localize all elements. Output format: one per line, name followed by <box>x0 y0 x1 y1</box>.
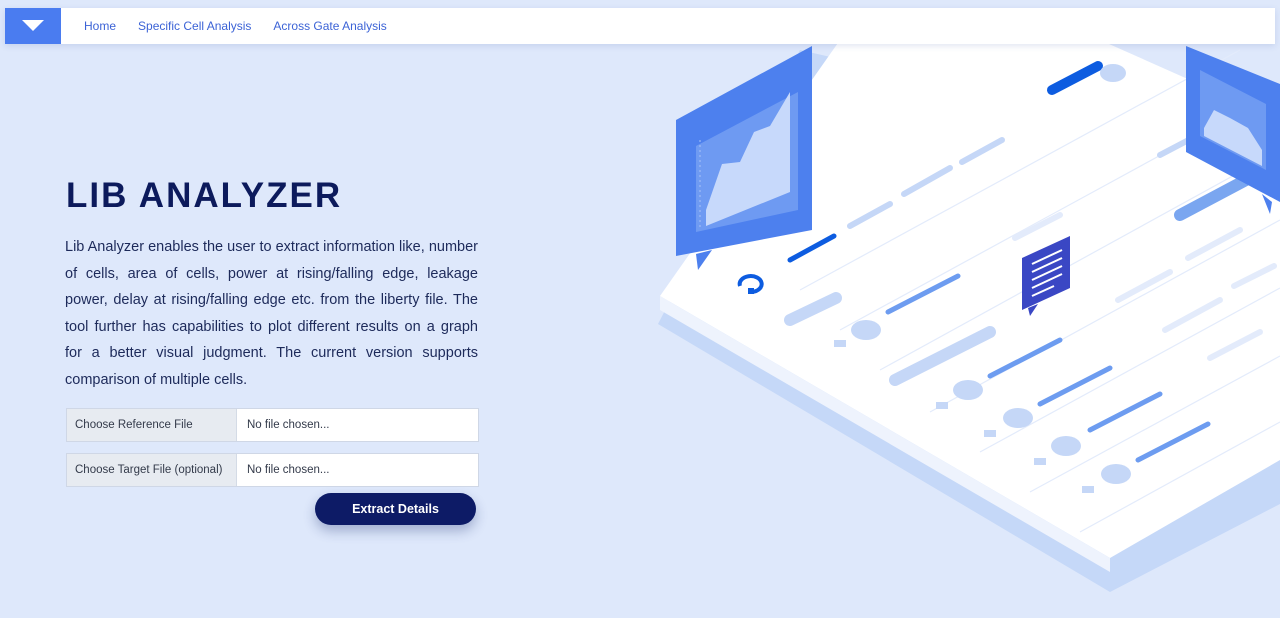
nav-links: Home Specific Cell Analysis Across Gate … <box>84 19 409 33</box>
extract-details-button[interactable]: Extract Details <box>315 493 476 525</box>
hero-section: LIB ANALYZER Lib Analyzer enables the us… <box>65 172 479 525</box>
reference-file-label[interactable]: Choose Reference File <box>67 409 237 441</box>
page-title: LIB ANALYZER <box>66 176 343 215</box>
nav-link-home[interactable]: Home <box>84 19 116 33</box>
target-file-input[interactable]: Choose Target File (optional) No file ch… <box>66 453 479 487</box>
chevron-down-icon <box>22 20 44 31</box>
hero-description: Lib Analyzer enables the user to extract… <box>65 239 478 388</box>
reference-file-value[interactable]: No file chosen... <box>237 409 478 441</box>
nav-link-specific-cell-analysis[interactable]: Specific Cell Analysis <box>138 19 251 33</box>
top-navbar: Home Specific Cell Analysis Across Gate … <box>5 8 1275 44</box>
reference-file-input[interactable]: Choose Reference File No file chosen... <box>66 408 479 442</box>
page: Home Specific Cell Analysis Across Gate … <box>0 0 1280 618</box>
menu-toggle-button[interactable] <box>5 8 61 44</box>
target-file-label[interactable]: Choose Target File (optional) <box>67 454 237 486</box>
isometric-dashboard-illustration <box>658 40 1280 592</box>
nav-link-across-gate-analysis[interactable]: Across Gate Analysis <box>273 19 386 33</box>
target-file-value[interactable]: No file chosen... <box>237 454 478 486</box>
